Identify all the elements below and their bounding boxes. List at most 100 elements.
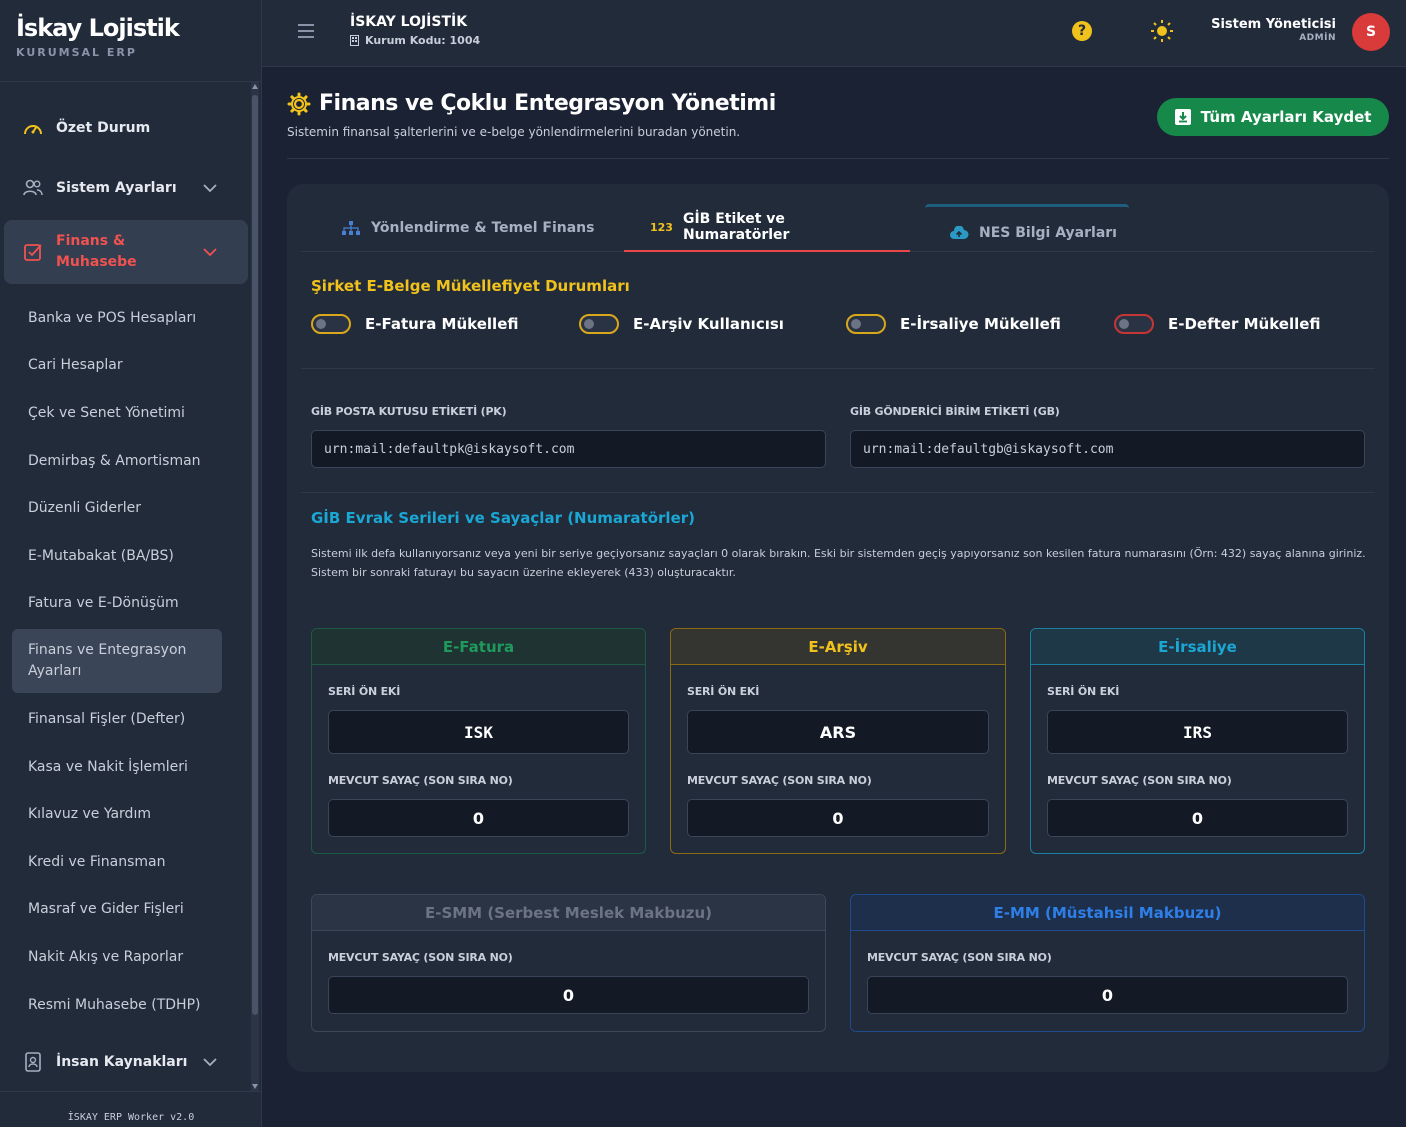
divider: [301, 368, 1375, 369]
sidebar: İskay Lojistik KURUMSAL ERP Özet Durum S…: [0, 0, 262, 1127]
brand-subtitle: KURUMSAL ERP: [16, 46, 137, 59]
toggle-label: E-Fatura Mükellefi: [365, 315, 519, 333]
toggle-switch[interactable]: [846, 314, 886, 334]
counter-card-e-fatura: E-Fatura SERİ ÖN EKİ ISK MEVCUT SAYAÇ (S…: [311, 628, 646, 854]
counter-input-e-mm[interactable]: 0: [867, 976, 1348, 1014]
scroll-up-icon[interactable]: [252, 84, 258, 89]
sitemap-icon: [342, 221, 360, 235]
sidebar-nav: Özet Durum Sistem Ayarları Finans & Muha…: [0, 90, 252, 1094]
tab-yonlendirme[interactable]: Yönlendirme & Temel Finans: [341, 204, 594, 252]
counter-label: MEVCUT SAYAÇ (SON SIRA NO): [1047, 774, 1232, 787]
building-icon: [350, 35, 359, 46]
counter-input-e-irsaliye[interactable]: 0: [1047, 799, 1348, 837]
avatar[interactable]: S: [1352, 13, 1390, 51]
page-subtitle: Sistemin finansal şalterlerini ve e-belg…: [287, 125, 741, 139]
counter-input-e-fatura[interactable]: 0: [328, 799, 629, 837]
sidebar-item-sistem-ayarlari[interactable]: Sistem Ayarları: [4, 160, 248, 216]
help-icon[interactable]: ?: [1072, 21, 1092, 41]
counter-input-e-smm[interactable]: 0: [328, 976, 809, 1014]
sun-icon[interactable]: [1150, 19, 1174, 43]
tab-label: NES Bilgi Ayarları: [979, 224, 1117, 241]
sidebar-subitem[interactable]: Kasa ve Nakit İşlemleri: [0, 743, 252, 791]
series-info-text: Sistemi ilk defa kullanıyorsanız veya ye…: [311, 547, 1366, 579]
sidebar-item-label: Sistem Ayarları: [56, 180, 177, 196]
counter-card-title: E-MM (Müstahsil Makbuzu): [851, 895, 1364, 931]
counter-card-e-arsiv: E-Arşiv SERİ ÖN EKİ ARS MEVCUT SAYAÇ (SO…: [670, 628, 1006, 854]
prefix-input-e-fatura[interactable]: ISK: [328, 710, 629, 754]
divider: [301, 492, 1375, 493]
sidebar-item-insan-kaynaklari[interactable]: İnsan Kaynakları: [4, 1034, 248, 1090]
counter-input-e-arsiv[interactable]: 0: [687, 799, 989, 837]
sidebar-subitem[interactable]: Demirbaş & Amortisman: [0, 437, 252, 485]
sidebar-subitem[interactable]: Finansal Fişler (Defter): [0, 695, 252, 743]
toggle-row: E-Fatura Mükellefi E-Arşiv Kullanıcısı E…: [311, 314, 1371, 344]
scroll-down-icon[interactable]: [252, 1084, 258, 1089]
toggle-label: E-Arşiv Kullanıcısı: [633, 315, 784, 333]
toggle-switch[interactable]: [1114, 314, 1154, 334]
sidebar-item-label: Özet Durum: [56, 120, 151, 136]
sidebar-footer: İSKAY ERP Worker v2.0: [0, 1091, 262, 1127]
counter-card-title: E-İrsaliye: [1031, 629, 1364, 665]
tab-gib-etiket[interactable]: 123 GİB Etiket ve Numaratörler: [624, 204, 910, 252]
tab-bar: Yönlendirme & Temel Finans 123 GİB Etike…: [301, 204, 1375, 252]
chevron-down-icon: [203, 1058, 217, 1067]
org-name: İSKAY LOJİSTİK: [350, 14, 468, 30]
pk-label: GİB POSTA KUTUSU ETİKETİ (PK): [311, 405, 507, 418]
settings-card: Yönlendirme & Temel Finans 123 GİB Etike…: [287, 184, 1389, 1072]
toggle-e-arsiv[interactable]: E-Arşiv Kullanıcısı: [579, 314, 784, 334]
sidebar-subitem[interactable]: Resmi Muhasebe (TDHP): [0, 981, 252, 1029]
gear-icon: [287, 92, 311, 115]
toggle-switch[interactable]: [311, 314, 351, 334]
sidebar-subitem[interactable]: Kılavuz ve Yardım: [0, 790, 252, 838]
sidebar-subitem[interactable]: Nakit Akış ve Raporlar: [0, 933, 252, 981]
counter-label: MEVCUT SAYAÇ (SON SIRA NO): [687, 774, 872, 787]
chevron-down-icon: [203, 184, 217, 193]
tab-nes-bilgi[interactable]: NES Bilgi Ayarları: [925, 204, 1129, 252]
page-title: Finans ve Çoklu Entegrasyon Yönetimi: [287, 91, 776, 116]
menu-icon[interactable]: [298, 24, 314, 38]
counter-label: MEVCUT SAYAÇ (SON SIRA NO): [867, 951, 1052, 964]
sidebar-item-ozet-durum[interactable]: Özet Durum: [4, 100, 248, 156]
sidebar-subitem[interactable]: Masraf ve Gider Fişleri: [0, 886, 252, 934]
cloud-upload-icon: [950, 225, 969, 239]
toggle-e-defter[interactable]: E-Defter Mükellefi: [1114, 314, 1321, 334]
sidebar-scroll-thumb[interactable]: [252, 95, 258, 1015]
id-card-icon: [22, 1051, 44, 1073]
status-section-title: Şirket E-Belge Mükellefiyet Durumları: [311, 277, 630, 295]
sidebar-subitem[interactable]: Cari Hesaplar: [0, 342, 252, 390]
sidebar-subitem[interactable]: E-Mutabakat (BA/BS): [0, 532, 252, 580]
prefix-input-e-arsiv[interactable]: ARS: [687, 710, 989, 754]
counter-card-title: E-Fatura: [312, 629, 645, 665]
sidebar-item-label: Finans & Muhasebe: [56, 233, 137, 270]
tab-label: Yönlendirme & Temel Finans: [371, 220, 595, 236]
prefix-label: SERİ ÖN EKİ: [687, 685, 760, 698]
save-all-label: Tüm Ayarları Kaydet: [1200, 108, 1372, 126]
counter-label: MEVCUT SAYAÇ (SON SIRA NO): [328, 951, 513, 964]
download-icon: [1174, 109, 1191, 125]
sidebar-subitem[interactable]: Finans ve Entegrasyon Ayarları: [12, 629, 222, 694]
org-code-text: Kurum Kodu: 1004: [365, 34, 481, 47]
counter-card-e-irsaliye: E-İrsaliye SERİ ÖN EKİ IRS MEVCUT SAYAÇ …: [1030, 628, 1365, 854]
gb-input[interactable]: urn:mail:defaultgb@iskaysoft.com: [850, 430, 1365, 468]
finance-submenu: Banka ve POS Hesapları Cari Hesaplar Çek v…: [0, 294, 252, 1028]
counter-card-e-smm: E-SMM (Serbest Meslek Makbuzu) MEVCUT SA…: [311, 894, 826, 1032]
toggle-label: E-İrsaliye Mükellefi: [900, 315, 1061, 333]
toggle-e-fatura[interactable]: E-Fatura Mükellefi: [311, 314, 518, 334]
toggle-switch[interactable]: [579, 314, 619, 334]
save-all-button[interactable]: Tüm Ayarları Kaydet: [1157, 98, 1389, 136]
series-section-title: GİB Evrak Serileri ve Sayaçlar (Numaratö…: [311, 509, 695, 527]
user-name: Sistem Yöneticisi: [1211, 17, 1336, 32]
sidebar-subitem[interactable]: Düzenli Giderler: [0, 484, 252, 532]
checkbox-icon: [22, 241, 44, 263]
prefix-input-e-irsaliye[interactable]: IRS: [1047, 710, 1348, 754]
sidebar-subitem[interactable]: Çek ve Senet Yönetimi: [0, 389, 252, 437]
chevron-down-icon: [203, 248, 217, 257]
sidebar-subitem[interactable]: Fatura ve E-Dönüşüm: [0, 580, 252, 628]
sidebar-subitem[interactable]: Banka ve POS Hesapları: [0, 294, 252, 342]
sidebar-subitem[interactable]: Kredi ve Finansman: [0, 838, 252, 886]
sidebar-item-finans-muhasebe[interactable]: Finans & Muhasebe: [4, 220, 248, 284]
tab-label: GİB Etiket ve Numaratörler: [682, 211, 790, 243]
toggle-e-irsaliye[interactable]: E-İrsaliye Mükellefi: [846, 314, 1061, 334]
page-title-text: Finans ve Çoklu Entegrasyon Yönetimi: [319, 91, 776, 116]
pk-input[interactable]: urn:mail:defaultpk@iskaysoft.com: [311, 430, 826, 468]
